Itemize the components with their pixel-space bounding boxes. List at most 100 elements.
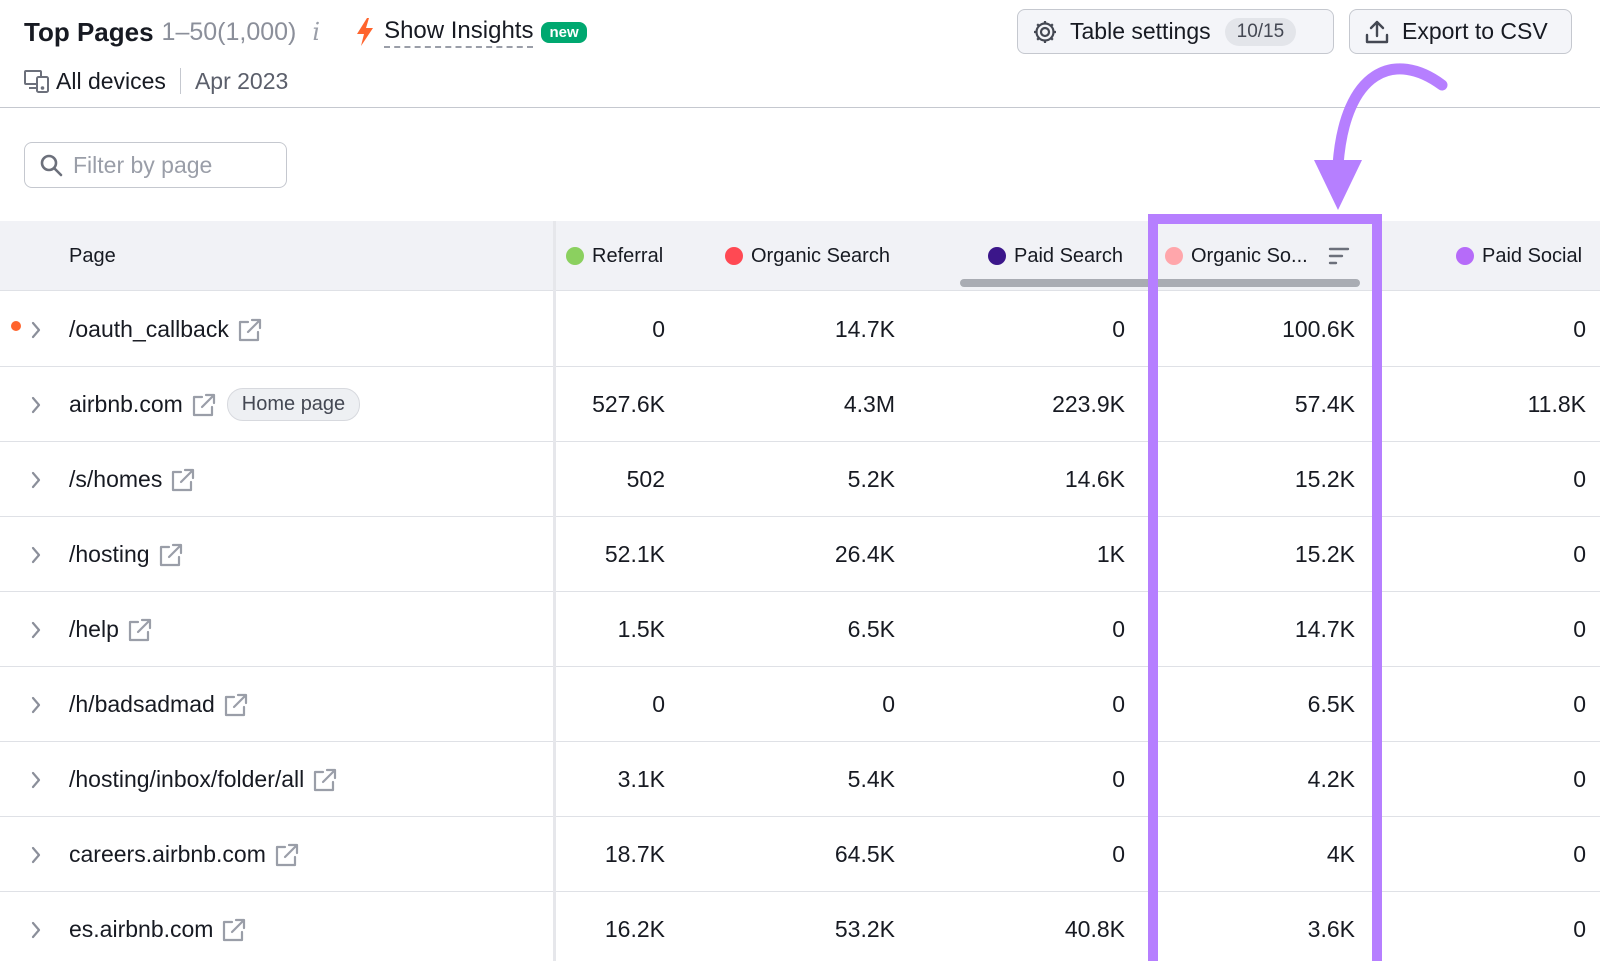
paid-search-value: 1K — [1096, 541, 1125, 567]
divider — [179, 68, 181, 94]
column-header-organic-search[interactable]: Organic Search — [725, 221, 890, 291]
paid-social-value: 0 — [1573, 316, 1586, 342]
page-link[interactable]: airbnb.com — [69, 391, 183, 418]
gear-icon — [1032, 19, 1058, 45]
expand-chevron-icon[interactable] — [30, 517, 42, 592]
organic-social-value: 15.2K — [1294, 541, 1355, 567]
organic-social-value: 100.6K — [1282, 316, 1355, 342]
referral-dot — [566, 247, 584, 265]
home-page-badge: Home page — [226, 388, 361, 421]
paid-social-value: 0 — [1573, 766, 1586, 792]
organic-social-value: 6.5K — [1307, 691, 1355, 717]
table-header: Page Referral Organic Search Paid Search… — [0, 221, 1600, 291]
page-cell: /help — [69, 592, 153, 667]
page-link[interactable]: /oauth_callback — [69, 316, 229, 343]
column-label: Paid Search — [1014, 244, 1123, 267]
page-title: Top Pages — [24, 16, 154, 47]
table-row[interactable]: /h/badsadmad 0 0 0 6.5K 0 — [0, 667, 1600, 742]
filter-by-page-input[interactable] — [73, 151, 273, 179]
upload-icon — [1364, 19, 1390, 45]
expand-chevron-icon[interactable] — [30, 892, 42, 961]
referral-value: 1.5K — [617, 616, 665, 642]
export-csv-label: Export to CSV — [1402, 18, 1548, 44]
page-cell: /hosting — [69, 517, 184, 592]
expand-chevron-icon[interactable] — [30, 592, 42, 667]
filter-context: All devices Apr 2023 — [24, 64, 288, 98]
table-row[interactable]: /oauth_callback 0 14.7K 0 100.6K 0 — [0, 292, 1600, 367]
page-cell: airbnb.com Home page — [69, 367, 361, 442]
expand-chevron-icon[interactable] — [30, 367, 42, 442]
table-row[interactable]: airbnb.com Home page 527.6K 4.3M 223.9K 57.4K… — [0, 367, 1600, 442]
show-insights-link[interactable]: Show Insights — [384, 17, 534, 48]
month-selector[interactable]: Apr 2023 — [195, 68, 288, 95]
organic-social-dot — [1165, 247, 1183, 265]
page-link[interactable]: /hosting/inbox/folder/all — [69, 766, 304, 793]
paid-social-dot — [1456, 247, 1474, 265]
expand-chevron-icon[interactable] — [30, 742, 42, 817]
column-header-referral[interactable]: Referral — [566, 221, 663, 291]
external-link-icon[interactable] — [312, 767, 338, 793]
table-row[interactable]: es.airbnb.com 16.2K 53.2K 40.8K 3.6K 0 — [0, 892, 1600, 961]
columns-count-badge: 10/15 — [1224, 17, 1297, 46]
external-link-icon[interactable] — [170, 467, 196, 493]
title-row: Top Pages 1–50(1,000) i Show Insights ne… — [24, 14, 587, 50]
organic-social-value: 4K — [1326, 841, 1355, 867]
external-link-icon[interactable] — [237, 317, 263, 343]
referral-value: 527.6K — [592, 391, 665, 417]
page-cell: /oauth_callback — [69, 292, 263, 367]
table-row[interactable]: /hosting 52.1K 26.4K 1K 15.2K 0 — [0, 517, 1600, 592]
paid-social-value: 0 — [1573, 466, 1586, 492]
table-row[interactable]: careers.airbnb.com 18.7K 64.5K 0 4K 0 — [0, 817, 1600, 892]
organic-social-value: 15.2K — [1294, 466, 1355, 492]
external-link-icon[interactable] — [127, 617, 153, 643]
external-link-icon[interactable] — [221, 917, 247, 943]
referral-value: 3.1K — [617, 766, 665, 792]
page-link[interactable]: careers.airbnb.com — [69, 841, 266, 868]
organic-search-value: 5.4K — [847, 766, 895, 792]
external-link-icon[interactable] — [158, 542, 184, 568]
table-row[interactable]: /hosting/inbox/folder/all 3.1K 5.4K 0 4.2K 0 — [0, 742, 1600, 817]
table-settings-button[interactable]: Table settings 10/15 — [1017, 9, 1334, 54]
horizontal-scrollbar[interactable] — [960, 279, 1360, 287]
organic-search-value: 5.2K — [847, 466, 895, 492]
results-range: 1–50(1,000) — [161, 17, 297, 46]
page-link[interactable]: /h/badsadmad — [69, 691, 215, 718]
referral-value: 16.2K — [604, 916, 665, 942]
external-link-icon[interactable] — [191, 392, 217, 418]
page-link[interactable]: /s/homes — [69, 466, 162, 493]
sort-descending-icon[interactable] — [1328, 247, 1350, 265]
paid-social-value: 0 — [1573, 541, 1586, 567]
paid-search-value: 0 — [1112, 841, 1125, 867]
filter-box[interactable] — [24, 142, 287, 188]
new-badge: new — [541, 21, 587, 43]
external-link-icon[interactable] — [274, 842, 300, 868]
organic-search-value: 4.3M — [843, 391, 895, 417]
paid-search-value: 0 — [1112, 766, 1125, 792]
organic-social-value: 14.7K — [1294, 616, 1355, 642]
table-settings-label: Table settings — [1070, 18, 1211, 44]
pointer-arrow-icon — [1314, 63, 1448, 210]
expand-chevron-icon[interactable] — [30, 442, 42, 517]
paid-search-value: 223.9K — [1052, 391, 1125, 417]
column-header-paid-social[interactable]: Paid Social — [1456, 221, 1582, 291]
page-link[interactable]: /hosting — [69, 541, 150, 568]
column-label: Organic So... — [1191, 244, 1308, 267]
export-csv-button[interactable]: Export to CSV — [1349, 9, 1572, 54]
column-header-page[interactable]: Page — [69, 221, 116, 291]
page-link[interactable]: /help — [69, 616, 119, 643]
referral-value: 52.1K — [604, 541, 665, 567]
new-indicator-dot — [11, 321, 21, 331]
page-cell: /s/homes — [69, 442, 196, 517]
expand-chevron-icon[interactable] — [30, 817, 42, 892]
devices-selector[interactable]: All devices — [56, 68, 166, 95]
info-icon[interactable]: i — [312, 18, 320, 46]
expand-chevron-icon[interactable] — [30, 292, 42, 367]
page-link[interactable]: es.airbnb.com — [69, 916, 213, 943]
table-row[interactable]: /s/homes 502 5.2K 14.6K 15.2K 0 — [0, 442, 1600, 517]
external-link-icon[interactable] — [223, 692, 249, 718]
expand-chevron-icon[interactable] — [30, 667, 42, 742]
organic-search-dot — [725, 247, 743, 265]
table-row[interactable]: /help 1.5K 6.5K 0 14.7K 0 — [0, 592, 1600, 667]
column-label: Page — [69, 244, 116, 267]
organic-search-value: 0 — [882, 691, 895, 717]
